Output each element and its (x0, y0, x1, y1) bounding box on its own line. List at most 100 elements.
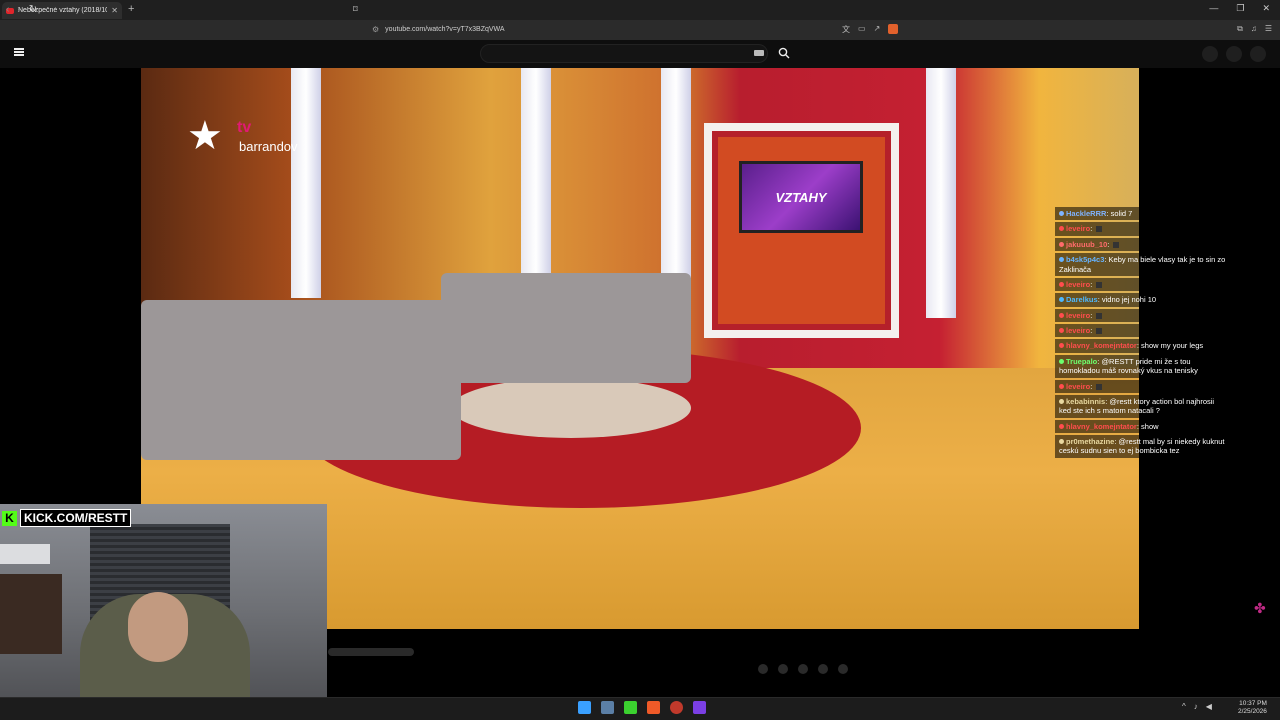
chat-message: leveiro: (1055, 277, 1230, 292)
reload-icon[interactable]: ↻ (29, 4, 37, 15)
hamburger-menu-icon[interactable] (14, 48, 24, 56)
brave-browser-icon[interactable] (647, 701, 660, 714)
chat-username: Truepalo (1066, 356, 1098, 366)
placeholder-dot (818, 664, 828, 674)
windows-start-icon[interactable] (578, 701, 591, 714)
url-text: youtube.com/watch?v=yT7x3BZqVWA (385, 26, 505, 33)
share-icon[interactable]: ↗ (874, 24, 881, 35)
search-icon[interactable] (778, 47, 790, 59)
placeholder-dots (758, 664, 848, 674)
site-info-icon[interactable]: ⚙ (372, 25, 379, 34)
chat-text: show (1141, 421, 1159, 431)
chat-message: jakuuub_10: (1055, 237, 1230, 252)
chat-emote-icon (1113, 241, 1120, 248)
kick-app-icon[interactable] (624, 701, 637, 714)
back-icon[interactable]: ‹ (6, 4, 9, 15)
kick-logo-icon: K (2, 510, 17, 526)
translate-icon[interactable]: 文 (842, 24, 850, 35)
xbox-app-icon[interactable] (601, 701, 614, 714)
kick-banner: K KICK.COM/RESTT (2, 509, 132, 527)
tab-close-icon[interactable]: ✕ (111, 6, 118, 15)
chat-emote-icon (1096, 312, 1103, 319)
taskbar-clock[interactable]: 10:37 PM 2/25/2026 (1238, 700, 1267, 717)
pillar (661, 68, 691, 278)
chat-badge-icon (1059, 423, 1064, 429)
system-tray: ^ ♪ ◀ (1182, 702, 1212, 711)
placeholder-dot (798, 664, 808, 674)
chat-emote-icon (1096, 281, 1103, 288)
cast-icon[interactable]: ▭ (858, 24, 866, 35)
extensions-icon[interactable]: ⧉ (1237, 24, 1243, 34)
chat-message: Darelkus: vidno jej nohi 10 (1055, 293, 1230, 307)
placeholder-dot (758, 664, 768, 674)
keyboard-icon[interactable] (754, 50, 764, 56)
chat-username: leveiro (1066, 381, 1091, 391)
corner-brand-icon: ✤ (1254, 600, 1266, 616)
avatar[interactable] (1250, 46, 1266, 62)
show-logo-screen: VZTAHY (739, 161, 863, 233)
chat-badge-icon (1059, 312, 1064, 318)
wall-picture (0, 574, 62, 654)
extension-icons: ⧉ ♫ ☰ (1237, 24, 1272, 34)
create-icon[interactable] (1202, 46, 1218, 62)
chat-badge-icon (1059, 241, 1064, 247)
channel-logo: ★ tv barrandov (187, 116, 298, 156)
brave-shield-icon[interactable] (888, 24, 899, 34)
media-icon[interactable]: ♫ (1251, 24, 1257, 34)
streamer-head (128, 592, 188, 662)
placeholder-dot (778, 664, 788, 674)
obs-app-icon[interactable] (670, 701, 683, 714)
chat-username: leveiro (1066, 224, 1091, 234)
chat-message: leveiro: (1055, 379, 1230, 393)
chat-username: b4sk5p4c3 (1066, 255, 1105, 265)
bookmark-icon[interactable]: ⌑ (353, 4, 358, 15)
forward-icon[interactable]: › (17, 4, 20, 15)
window-controls: — ❐ ✕ (1209, 3, 1270, 14)
tray-expand-icon[interactable]: ^ (1182, 702, 1186, 711)
chat-username: kebabinnis (1066, 396, 1106, 406)
placeholder-dot (838, 664, 848, 674)
stream-chat-overlay: HackleRRR: solid 7 leveiro: jakuuub_10: b… (1055, 207, 1230, 460)
chat-username: Darelkus (1066, 295, 1098, 305)
chat-username: leveiro (1066, 326, 1091, 335)
chat-badge-icon (1059, 383, 1064, 389)
new-tab-button[interactable]: + (128, 3, 134, 15)
chat-emote-icon (1096, 383, 1103, 390)
air-conditioner (0, 544, 50, 564)
minimize-button[interactable]: — (1209, 3, 1218, 14)
pillar (291, 68, 321, 298)
volume-icon[interactable]: ◀ (1206, 702, 1212, 711)
chat-message: leveiro: (1055, 324, 1230, 338)
clock-date: 2/25/2026 (1238, 708, 1267, 716)
chat-message: kebabinnis: @restt ktory action bol najh… (1055, 394, 1230, 418)
twitch-app-icon[interactable] (693, 701, 706, 714)
chat-message: b4sk5p4c3: Keby ma biele vlasy tak je to… (1055, 253, 1230, 276)
maximize-button[interactable]: ❐ (1236, 3, 1244, 14)
chat-badge-icon (1059, 439, 1064, 444)
chat-message: hlavny_komejntator: show my your legs (1055, 339, 1230, 353)
chat-username: hlavny_komejntator (1066, 421, 1137, 431)
nav-buttons: ‹ › ↻ (6, 4, 37, 15)
browser-menu-icon[interactable]: ☰ (1265, 24, 1272, 34)
url-actions: 文 ▭ ↗ (842, 24, 899, 35)
chat-message: HackleRRR: solid 7 (1055, 207, 1230, 221)
chat-message: pr0methazine: @restt mal by si niekedy k… (1055, 435, 1230, 458)
microphone-icon[interactable]: ♪ (1194, 702, 1198, 711)
chat-username: pr0methazine (1066, 437, 1115, 446)
chat-badge-icon (1059, 281, 1064, 287)
chat-badge-icon (1059, 297, 1064, 303)
chat-badge-icon (1059, 328, 1064, 333)
chat-badge-icon (1059, 226, 1064, 232)
chat-emote-icon (1096, 328, 1103, 335)
floor-white-circle (451, 378, 691, 438)
header-actions (1202, 46, 1266, 62)
chat-username: HackleRRR (1066, 209, 1107, 218)
youtube-search-input[interactable] (480, 44, 768, 63)
kick-url: KICK.COM/RESTT (20, 509, 132, 527)
url-bar[interactable]: ⚙ youtube.com/watch?v=yT7x3BZqVWA (372, 22, 912, 37)
chat-text: show my your legs (1141, 341, 1204, 351)
chat-message: leveiro: (1055, 308, 1230, 322)
close-window-button[interactable]: ✕ (1262, 3, 1270, 14)
notifications-icon[interactable] (1226, 46, 1242, 62)
pillar (926, 68, 956, 318)
